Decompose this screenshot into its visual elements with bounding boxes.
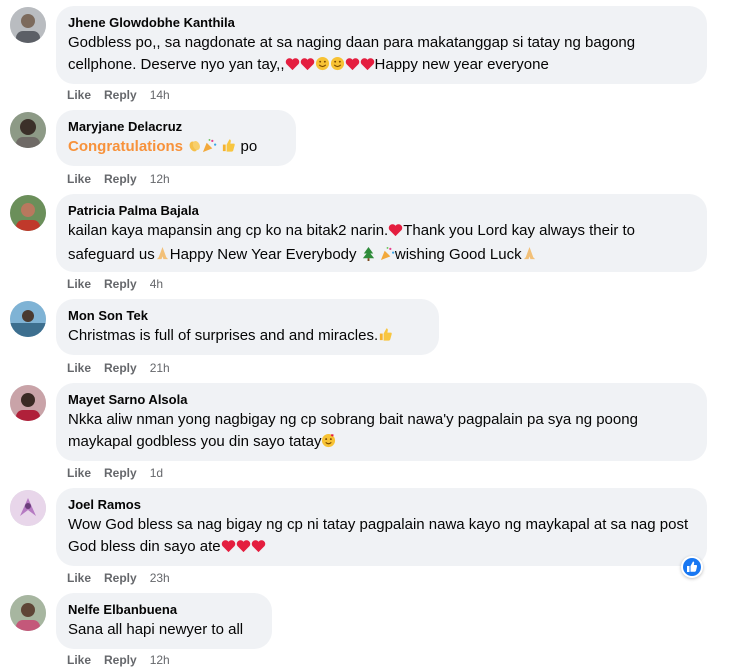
comment-text: Sana all hapi newyer to all [68, 621, 244, 638]
comment-text: Wow God bless sa nag bigay ng cp ni tata… [68, 514, 695, 560]
reply-link[interactable]: Reply [104, 172, 137, 186]
comment-actions: Like Reply 12h [67, 172, 183, 186]
comment-bubble: Maryjane Delacruz Congratulations po [56, 110, 296, 166]
comment-bubble: Mayet Sarno Alsola Nkka aliw nman yong n… [56, 383, 707, 461]
comment-text: Christmas is full of surprises and and m… [68, 325, 427, 349]
comment-time[interactable]: 12h [150, 653, 170, 667]
comment-author[interactable]: Patricia Palma Bajala [68, 202, 695, 219]
comment-author[interactable]: Mon Son Tek [68, 307, 427, 324]
comment-author[interactable]: Maryjane Delacruz [68, 118, 284, 135]
reply-link[interactable]: Reply [104, 466, 137, 480]
comment-text: kailan kaya mapansin ang cp ko na bitak2… [68, 220, 695, 268]
like-link[interactable]: Like [67, 466, 91, 480]
heart-emoji [345, 56, 360, 78]
like-link[interactable]: Like [67, 172, 91, 186]
comment-author[interactable]: Nelfe Elbanbuena [68, 601, 260, 618]
like-link[interactable]: Like [67, 88, 91, 102]
heart-emoji [388, 222, 403, 244]
comment-time[interactable]: 12h [150, 172, 170, 186]
comment-time[interactable]: 21h [150, 361, 170, 375]
avatar[interactable] [10, 490, 46, 526]
party-popper-emoji [380, 246, 395, 268]
thumbs-up-emoji [378, 327, 393, 349]
heart-face-emoji [321, 433, 336, 455]
comment-bubble: Jhene Glowdobhe Kanthila Godbless po,, s… [56, 6, 707, 84]
reply-link[interactable]: Reply [104, 361, 137, 375]
comment-bubble: Nelfe Elbanbuena Sana all hapi newyer to… [56, 593, 272, 649]
smiling-emoji [315, 56, 330, 78]
reply-link[interactable]: Reply [104, 653, 137, 667]
comment-author[interactable]: Mayet Sarno Alsola [68, 391, 695, 408]
comment-bubble: Joel Ramos Wow God bless sa nag bigay ng… [56, 488, 707, 566]
comment-actions: Like Reply 23h [67, 571, 183, 585]
party-popper-emoji [202, 138, 217, 160]
like-link[interactable]: Like [67, 277, 91, 291]
comment-actions: Like Reply 4h [67, 277, 176, 291]
reply-link[interactable]: Reply [104, 88, 137, 102]
heart-emoji [360, 56, 375, 78]
heart-emoji [300, 56, 315, 78]
avatar[interactable] [10, 385, 46, 421]
avatar[interactable] [10, 301, 46, 337]
comment-time[interactable]: 14h [150, 88, 170, 102]
tree-emoji [361, 246, 376, 268]
reply-link[interactable]: Reply [104, 571, 137, 585]
reply-link[interactable]: Reply [104, 277, 137, 291]
like-link[interactable]: Like [67, 361, 91, 375]
avatar[interactable] [10, 595, 46, 631]
avatar[interactable] [10, 195, 46, 231]
comment-bubble: Patricia Palma Bajala kailan kaya mapans… [56, 194, 707, 272]
comment-actions: Like Reply 14h [67, 88, 183, 102]
heart-emoji [251, 538, 266, 560]
smiling-emoji [330, 56, 345, 78]
praying-hands-emoji [522, 246, 537, 268]
avatar[interactable] [10, 112, 46, 148]
comment-text: Godbless po,, sa nagdonate at sa naging … [68, 32, 695, 78]
heart-emoji [221, 538, 236, 560]
heart-emoji [285, 56, 300, 78]
comment-text: Congratulations po [68, 136, 284, 160]
comment-time[interactable]: 4h [150, 277, 163, 291]
comment-actions: Like Reply 12h [67, 653, 183, 667]
like-link[interactable]: Like [67, 653, 91, 667]
comment-author[interactable]: Jhene Glowdobhe Kanthila [68, 14, 695, 31]
heart-emoji [236, 538, 251, 560]
like-link[interactable]: Like [67, 571, 91, 585]
comment-author[interactable]: Joel Ramos [68, 496, 695, 513]
comment-bubble: Mon Son Tek Christmas is full of surpris… [56, 299, 439, 355]
comment-time[interactable]: 23h [150, 571, 170, 585]
praying-hands-emoji [155, 246, 170, 268]
like-reaction-icon[interactable] [681, 556, 703, 578]
comment-actions: Like Reply 1d [67, 466, 176, 480]
comment-actions: Like Reply 21h [67, 361, 183, 375]
comment-text: Nkka aliw nman yong nagbigay ng cp sobra… [68, 409, 695, 455]
clap-emoji [187, 138, 202, 160]
comment-time[interactable]: 1d [150, 466, 163, 480]
avatar[interactable] [10, 7, 46, 43]
thumbs-up-emoji [221, 138, 236, 160]
